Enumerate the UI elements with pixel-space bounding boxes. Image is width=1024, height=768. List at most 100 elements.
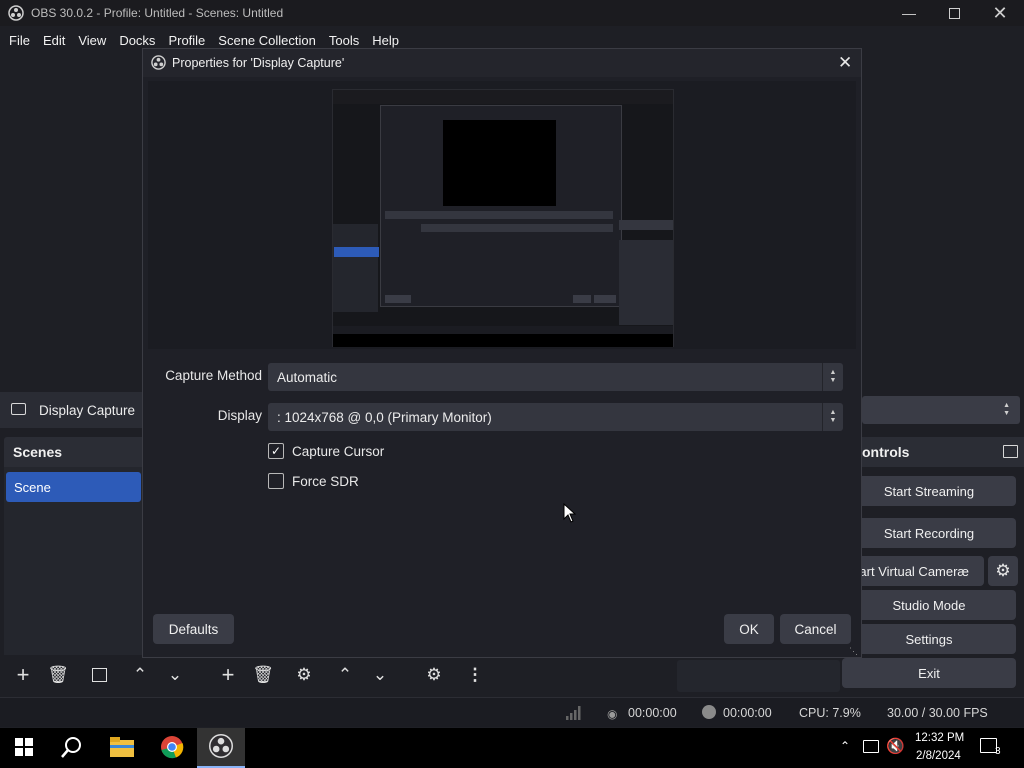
remove-scene-button[interactable]: 🗑: [43, 660, 73, 690]
start-streaming-button[interactable]: Start Streaming: [842, 476, 1016, 506]
filter-icon: [91, 668, 107, 682]
maximize-button[interactable]: [931, 0, 977, 26]
controls-title: ontrols: [862, 444, 910, 460]
add-source-button[interactable]: +: [213, 660, 243, 690]
cancel-button[interactable]: Cancel: [780, 614, 851, 644]
display-icon: [11, 403, 26, 415]
source-properties-button[interactable]: ⚙: [289, 660, 319, 690]
display-capture-preview: [332, 89, 674, 347]
taskbar-file-explorer[interactable]: [98, 728, 146, 768]
window-title: OBS 30.0.2 - Profile: Untitled - Scenes:…: [31, 6, 284, 20]
capture-method-value: Automatic: [277, 369, 338, 385]
force-sdr-option[interactable]: Force SDR: [268, 473, 359, 489]
network-tray-icon[interactable]: [863, 740, 879, 753]
network-signal-icon: [565, 706, 581, 723]
maximize-icon: [948, 7, 960, 19]
menu-view[interactable]: View: [78, 33, 106, 48]
dialog-title: Properties for 'Display Capture': [172, 56, 345, 70]
file-explorer-icon: [110, 736, 134, 760]
volume-muted-icon[interactable]: 🔇: [886, 737, 905, 755]
chevron-down-icon: ⌄: [372, 665, 388, 684]
source-select[interactable]: ▲ ▼: [862, 396, 1020, 424]
menu-help[interactable]: Help: [372, 33, 399, 48]
chrome-icon: [160, 735, 184, 762]
audio-mixer-menu-button[interactable]: ⋮: [460, 660, 490, 690]
clock-date[interactable]: 2/8/2024: [916, 750, 961, 762]
gear-icon: ⚙: [296, 665, 312, 684]
notification-center-button[interactable]: 3: [980, 738, 1001, 757]
fps-display: 30.00 / 30.00 FPS: [887, 706, 988, 720]
controls-dock-header: ontrols: [862, 437, 1024, 467]
start-virtual-camera-button[interactable]: art Virtual Cameræ: [842, 556, 984, 586]
move-scene-down-button[interactable]: ⌄: [160, 660, 190, 690]
move-scene-up-button[interactable]: ⌃: [125, 660, 155, 690]
taskbar-chrome[interactable]: [148, 728, 196, 768]
scene-item-label: Scene: [14, 480, 51, 495]
chevron-down-icon: ⌄: [167, 665, 183, 684]
audio-mixer-settings-button[interactable]: ⚙: [419, 660, 449, 690]
updown-arrows-icon: ▲ ▼: [1003, 402, 1010, 417]
transition-panel: [677, 660, 840, 692]
remove-source-button[interactable]: 🗑: [248, 660, 278, 690]
menu-docks[interactable]: Docks: [119, 33, 155, 48]
move-source-up-button[interactable]: ⌃: [330, 660, 360, 690]
source-toolbar[interactable]: Display Capture: [0, 392, 145, 428]
scene-filters-button[interactable]: [84, 660, 114, 690]
capture-cursor-checkbox[interactable]: ✓: [268, 443, 284, 459]
minimize-icon: —: [902, 5, 916, 21]
display-select[interactable]: : 1024x768 @ 0,0 (Primary Monitor) ▲ ▼: [268, 403, 843, 431]
trash-icon: 🗑: [252, 665, 274, 684]
capture-cursor-option[interactable]: ✓ Capture Cursor: [268, 443, 384, 459]
obs-logo-icon: [151, 55, 166, 73]
force-sdr-checkbox[interactable]: [268, 473, 284, 489]
recording-status-icon: [702, 705, 716, 719]
plus-icon: +: [221, 662, 235, 687]
capture-method-label: Capture Method: [165, 368, 262, 383]
menu-scene-collection[interactable]: Scene Collection: [218, 33, 316, 48]
display-label: Display: [217, 408, 262, 423]
move-source-down-button[interactable]: ⌄: [365, 660, 395, 690]
properties-dialog: Properties for 'Display Capture' ✕ Captu…: [142, 48, 862, 658]
notification-count: 3: [995, 746, 1001, 757]
taskbar-search-button[interactable]: [48, 728, 96, 768]
virtual-camera-settings-button[interactable]: ⚙: [988, 556, 1018, 586]
obs-logo-icon: [8, 5, 24, 24]
updown-arrows-icon: ▲ ▼: [822, 363, 843, 391]
source-name: Display Capture: [39, 403, 136, 418]
capture-cursor-label: Capture Cursor: [292, 443, 385, 459]
menu-file[interactable]: File: [9, 33, 30, 48]
close-icon: ✕: [992, 2, 1008, 23]
menu-tools[interactable]: Tools: [329, 33, 359, 48]
windows-start-icon: [15, 737, 33, 759]
settings-button[interactable]: Settings: [842, 624, 1016, 654]
taskbar-obs[interactable]: [197, 728, 245, 768]
cpu-usage: CPU: 7.9%: [799, 706, 861, 720]
resize-grip-icon[interactable]: ⋱: [849, 646, 858, 657]
clock-time[interactable]: 12:32 PM: [915, 732, 964, 744]
defaults-button[interactable]: Defaults: [153, 614, 234, 644]
close-window-button[interactable]: ✕: [977, 0, 1023, 26]
chevron-up-icon: ⌃: [132, 665, 148, 684]
minimize-button[interactable]: —: [886, 0, 932, 26]
menu-edit[interactable]: Edit: [43, 33, 65, 48]
streaming-status-icon: ◉: [607, 707, 618, 721]
menu-profile[interactable]: Profile: [168, 33, 205, 48]
start-recording-button[interactable]: Start Recording: [842, 518, 1016, 548]
gears-icon: ⚙: [426, 665, 442, 684]
force-sdr-label: Force SDR: [292, 473, 359, 489]
add-scene-button[interactable]: +: [8, 660, 38, 690]
studio-mode-button[interactable]: Studio Mode: [842, 590, 1016, 620]
start-button[interactable]: [0, 728, 48, 768]
trash-icon: 🗑: [47, 665, 69, 684]
scene-list-item[interactable]: Scene: [6, 472, 141, 502]
plus-icon: +: [16, 662, 30, 687]
title-bar: OBS 30.0.2 - Profile: Untitled - Scenes:…: [0, 0, 1024, 26]
kebab-menu-icon: ⋮: [466, 665, 484, 684]
capture-method-select[interactable]: Automatic ▲ ▼: [268, 363, 843, 391]
dialog-close-button[interactable]: ✕: [838, 53, 852, 73]
show-hidden-icons-chevron-icon[interactable]: ⌃: [840, 739, 850, 753]
ok-button[interactable]: OK: [724, 614, 774, 644]
updown-arrows-icon: ▲ ▼: [822, 403, 843, 431]
undock-icon[interactable]: [1003, 445, 1018, 458]
mouse-cursor-icon: [563, 502, 577, 526]
